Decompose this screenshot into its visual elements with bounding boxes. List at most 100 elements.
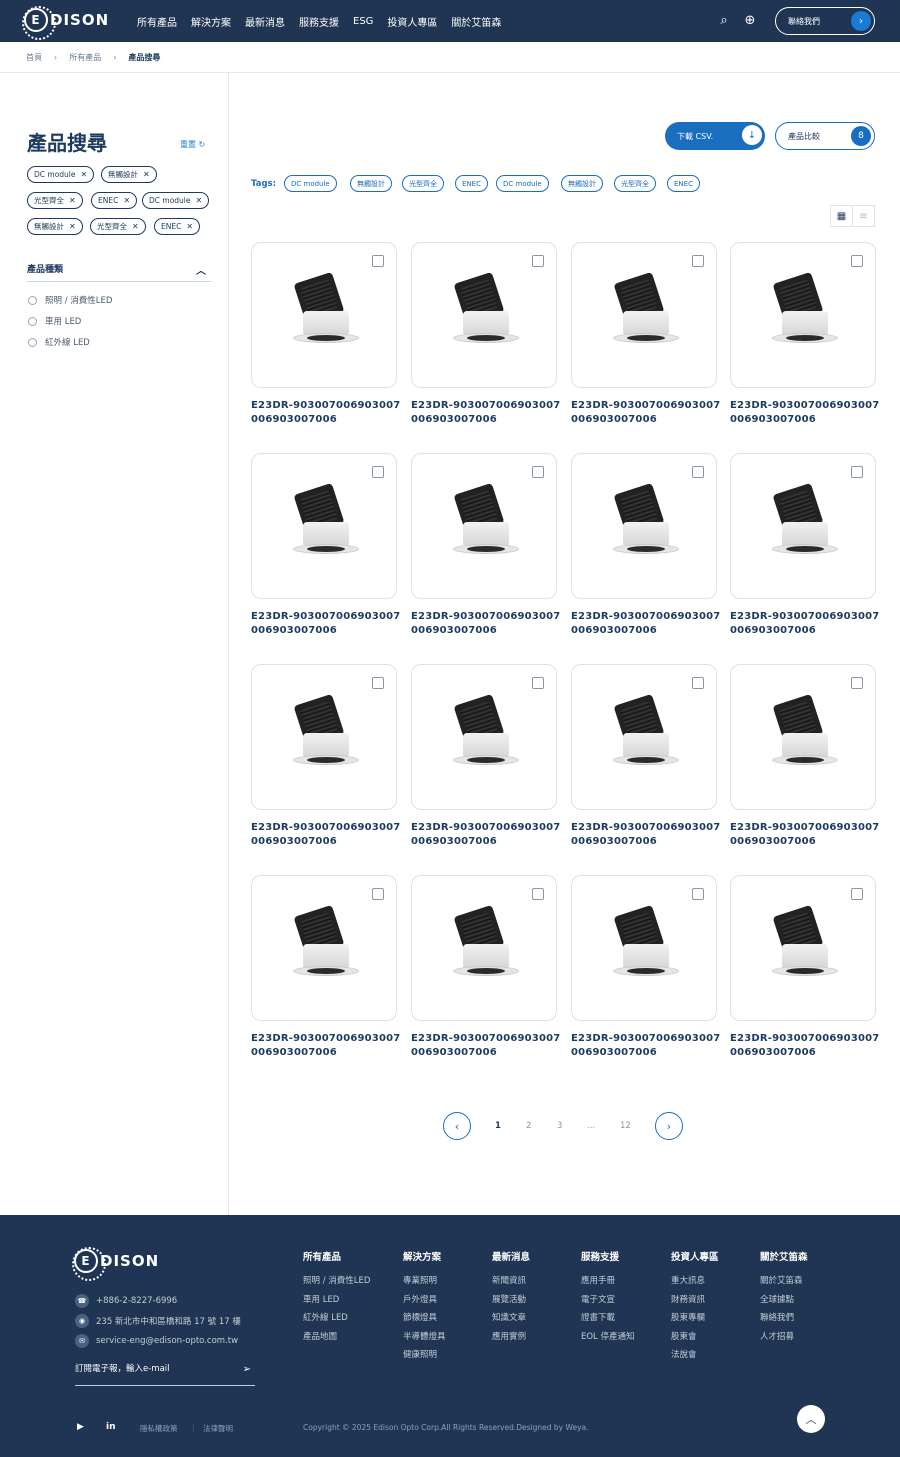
footer-link[interactable]: 戶外燈具 [403, 1291, 446, 1310]
footer-link[interactable]: 重大訊息 [671, 1272, 719, 1291]
product-name[interactable]: E23DR-903007006903007006903007006 [411, 610, 561, 638]
product-card[interactable] [251, 242, 397, 388]
next-page-button[interactable]: › [655, 1112, 683, 1140]
back-to-top-button[interactable]: ︿ [797, 1405, 825, 1433]
linkedin-icon[interactable]: in [106, 1422, 116, 1432]
category-option[interactable]: 照明 / 消費性LED [28, 294, 112, 306]
product-name[interactable]: E23DR-903007006903007006903007006 [730, 821, 880, 849]
filter-chip[interactable]: ENEC ✕ [154, 218, 201, 235]
compare-checkbox[interactable] [692, 255, 704, 267]
product-name[interactable]: E23DR-903007006903007006903007006 [251, 610, 401, 638]
close-icon[interactable]: ✕ [69, 196, 76, 205]
category-header[interactable]: 產品種類 ︿ [27, 262, 212, 282]
grid-view-icon[interactable]: ▦ [831, 206, 852, 226]
compare-button[interactable]: 產品比較 8 [775, 122, 875, 150]
footer-link[interactable]: 法說會 [671, 1346, 719, 1365]
nav-item-products[interactable]: 所有產品 [137, 14, 177, 29]
tag-badge[interactable]: DC module [496, 175, 549, 192]
product-card[interactable] [411, 875, 557, 1021]
legal-link[interactable]: 法律聲明 [203, 1423, 233, 1434]
compare-checkbox[interactable] [372, 255, 384, 267]
tag-badge[interactable]: 光型齊全 [402, 175, 444, 192]
list-view-icon[interactable]: ≡ [852, 206, 874, 226]
filter-chip[interactable]: ENEC ✕ [91, 192, 138, 209]
compare-checkbox[interactable] [532, 888, 544, 900]
footer-link[interactable]: 紅外線 LED [303, 1309, 370, 1328]
filter-chip[interactable]: DC module ✕ [142, 192, 210, 209]
footer-link[interactable]: EOL 停產通知 [581, 1328, 635, 1347]
product-card[interactable] [411, 242, 557, 388]
tag-badge[interactable]: ENEC [455, 175, 488, 192]
compare-checkbox[interactable] [692, 466, 704, 478]
page-12[interactable]: 12 [620, 1121, 631, 1131]
compare-checkbox[interactable] [851, 888, 863, 900]
footer-link[interactable]: 聯絡我們 [760, 1309, 808, 1328]
tag-badge[interactable]: DC module [284, 175, 337, 192]
footer-logo[interactable]: E DISON [72, 1247, 159, 1281]
footer-link[interactable]: 財務資訊 [671, 1291, 719, 1310]
nav-item-support[interactable]: 服務支援 [299, 14, 339, 29]
close-icon[interactable]: ✕ [81, 170, 88, 179]
product-name[interactable]: E23DR-903007006903007006903007006 [571, 1032, 721, 1060]
footer-link[interactable]: 照明 / 消費性LED [303, 1272, 370, 1291]
product-card[interactable] [571, 664, 717, 810]
product-card[interactable] [411, 664, 557, 810]
nav-item-solutions[interactable]: 解決方案 [191, 14, 231, 29]
breadcrumb-products[interactable]: 所有產品 [69, 52, 101, 63]
product-card[interactable] [571, 875, 717, 1021]
close-icon[interactable]: ✕ [196, 196, 203, 205]
tag-badge[interactable]: 無觸設計 [561, 175, 603, 192]
footer-link[interactable]: 健康照明 [403, 1346, 446, 1365]
prev-page-button[interactable]: ‹ [443, 1112, 471, 1140]
product-card[interactable] [730, 664, 876, 810]
youtube-icon[interactable]: ▶ [77, 1422, 84, 1432]
radio-icon[interactable] [28, 295, 37, 305]
compare-checkbox[interactable] [532, 255, 544, 267]
footer-link[interactable]: 半導體燈具 [403, 1328, 446, 1347]
product-card[interactable] [571, 453, 717, 599]
page-2[interactable]: 2 [526, 1121, 531, 1131]
footer-link[interactable]: 股東專欄 [671, 1309, 719, 1328]
page-3[interactable]: 3 [557, 1121, 562, 1131]
category-option[interactable]: 紅外線 LED [28, 336, 90, 348]
nav-item-investors[interactable]: 投資人專區 [387, 14, 437, 29]
send-icon[interactable]: ➢ [243, 1364, 251, 1375]
compare-checkbox[interactable] [851, 466, 863, 478]
filter-chip[interactable]: 無觸設計 ✕ [27, 218, 83, 235]
footer-link[interactable]: 節標燈具 [403, 1309, 446, 1328]
product-card[interactable] [730, 875, 876, 1021]
product-name[interactable]: E23DR-903007006903007006903007006 [251, 399, 401, 427]
close-icon[interactable]: ✕ [123, 196, 130, 205]
compare-checkbox[interactable] [372, 888, 384, 900]
product-card[interactable] [730, 242, 876, 388]
compare-checkbox[interactable] [532, 677, 544, 689]
close-icon[interactable]: ✕ [186, 222, 193, 231]
footer-link[interactable]: 證書下載 [581, 1309, 635, 1328]
edison-logo[interactable]: E DISON [22, 6, 109, 40]
compare-checkbox[interactable] [372, 466, 384, 478]
breadcrumb-home[interactable]: 首頁 [26, 52, 42, 63]
nav-item-about[interactable]: 關於艾笛森 [451, 14, 501, 29]
footer-link[interactable]: 人才招募 [760, 1328, 808, 1347]
product-card[interactable] [251, 453, 397, 599]
nav-item-esg[interactable]: ESG [353, 16, 373, 27]
tag-badge[interactable]: ENEC [667, 175, 700, 192]
footer-link[interactable]: 全球據點 [760, 1291, 808, 1310]
footer-link[interactable]: 車用 LED [303, 1291, 370, 1310]
page-1[interactable]: 1 [495, 1121, 501, 1131]
filter-chip[interactable]: DC module ✕ [27, 166, 95, 183]
product-name[interactable]: E23DR-903007006903007006903007006 [730, 1032, 880, 1060]
footer-link[interactable]: 應用實例 [492, 1328, 530, 1347]
close-icon[interactable]: ✕ [143, 170, 150, 179]
close-icon[interactable]: ✕ [69, 222, 76, 231]
globe-icon[interactable]: ⊕ [742, 13, 758, 29]
footer-link[interactable]: 新聞資訊 [492, 1272, 530, 1291]
reset-button[interactable]: 重置 ↻ [180, 139, 205, 150]
product-name[interactable]: E23DR-903007006903007006903007006 [411, 399, 561, 427]
tag-badge[interactable]: 光型齊全 [614, 175, 656, 192]
footer-link[interactable]: 電子文宣 [581, 1291, 635, 1310]
compare-checkbox[interactable] [851, 677, 863, 689]
footer-link[interactable]: 股東會 [671, 1328, 719, 1347]
product-name[interactable]: E23DR-903007006903007006903007006 [730, 399, 880, 427]
chevron-up-icon[interactable]: ︿ [196, 262, 206, 277]
